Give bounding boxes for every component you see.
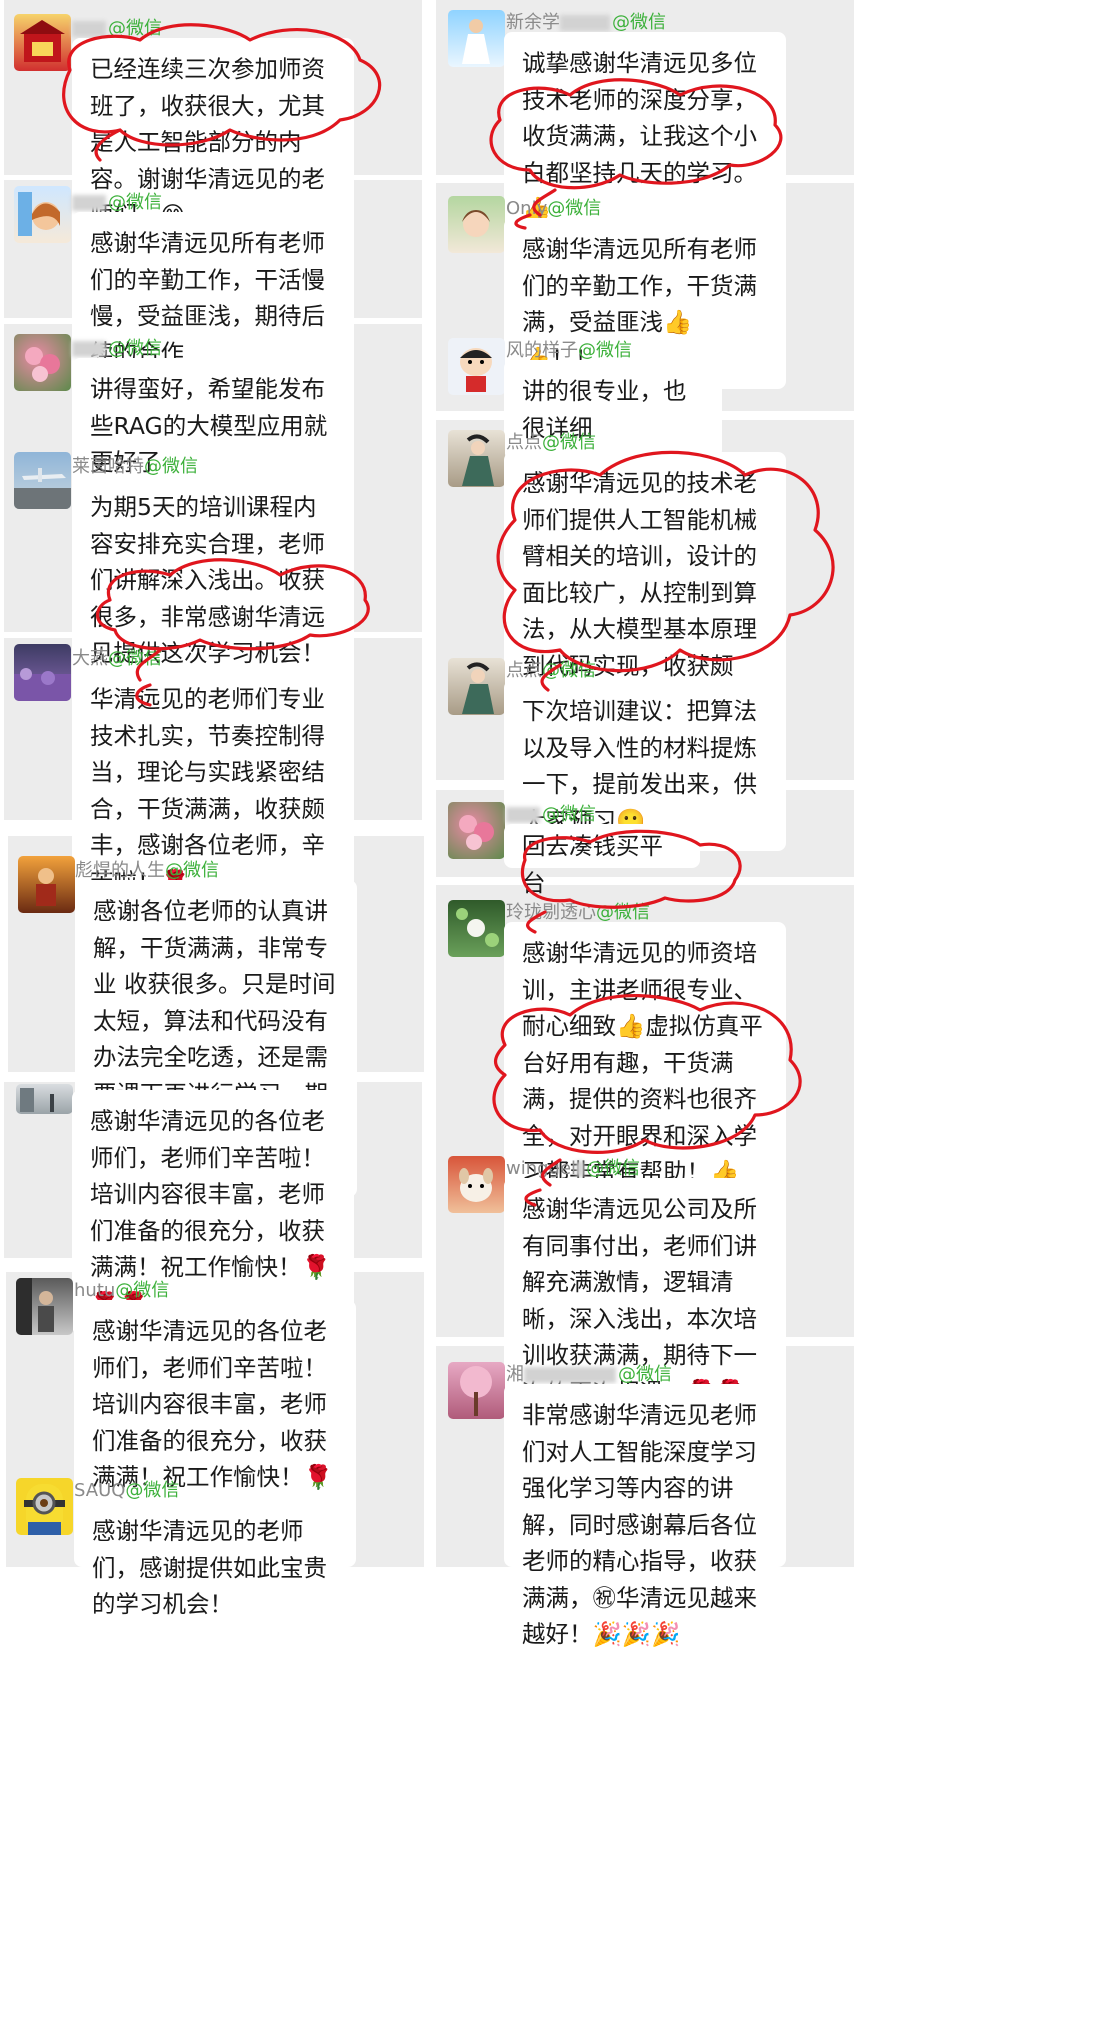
avatar[interactable]	[448, 338, 505, 395]
avatar[interactable]	[14, 334, 71, 391]
avatar[interactable]	[16, 1478, 73, 1535]
avatar[interactable]	[14, 186, 71, 243]
avatar[interactable]	[448, 658, 505, 715]
sender-name: @微信	[72, 188, 162, 214]
avatar[interactable]	[448, 430, 505, 487]
avatar[interactable]	[448, 196, 505, 253]
blurred-name	[506, 807, 540, 823]
sender-name: Only@微信	[506, 198, 602, 219]
sender-name: @微信	[506, 800, 596, 826]
message-bubble[interactable]: 回去凑钱买平台	[504, 824, 700, 897]
street-avatar-icon	[20, 1088, 54, 1112]
avatar[interactable]	[14, 14, 71, 71]
blurred-name	[72, 21, 106, 37]
avatar[interactable]	[18, 856, 75, 913]
hanfu-avatar-icon	[462, 662, 494, 714]
leaf-avatar-icon	[456, 908, 499, 947]
lavender-avatar-icon	[14, 668, 71, 701]
figure-avatar-icon	[16, 1278, 54, 1335]
sender-name: 新余学 @微信	[506, 12, 666, 33]
avatar[interactable]	[448, 10, 505, 67]
sender-name: hutu@微信	[74, 1280, 170, 1301]
blurred-name	[72, 195, 106, 211]
airport-avatar-icon	[14, 468, 71, 509]
avatar[interactable]	[448, 1156, 505, 1213]
sender-name: 点点@微信	[506, 432, 596, 453]
sender-name: 莱茵哈特@微信	[72, 456, 198, 477]
dog-avatar-icon	[459, 1168, 493, 1202]
avatar[interactable]	[14, 644, 71, 701]
girl-sky-avatar-icon	[462, 19, 490, 64]
sender-name: 点点@微信	[506, 660, 596, 681]
flower-avatar-icon	[459, 815, 494, 850]
avatar[interactable]	[16, 1084, 73, 1114]
sender-name: 大燕@微信	[72, 648, 162, 669]
message-bubble[interactable]: 非常感谢华清远见老师们对人工智能深度学习强化学习等内容的讲解，同时感谢幕后各位老…	[504, 1384, 786, 1648]
sender-name: 玲珑剔透心@微信	[506, 902, 650, 923]
sender-name: @微信	[72, 14, 162, 40]
sender-name: @微信	[72, 334, 162, 360]
hanfu-avatar-icon	[462, 434, 494, 486]
anime-girl-avatar-icon	[18, 192, 60, 236]
sender-name: 彪悍的人生@微信	[75, 860, 219, 881]
cartoon-girl-avatar-icon	[462, 210, 490, 237]
sender-name: 湘 @微信	[506, 1364, 672, 1385]
avatar[interactable]	[14, 452, 71, 509]
pink-tree-avatar-icon	[460, 1366, 492, 1416]
blurred-name	[560, 15, 610, 31]
avatar[interactable]	[448, 900, 505, 957]
flower-avatar-icon	[25, 347, 60, 382]
minion-avatar-icon	[24, 1484, 65, 1535]
blurred-name	[524, 1367, 616, 1383]
blurred-name	[72, 341, 106, 357]
red-temple-avatar-icon	[20, 20, 65, 62]
avatar[interactable]	[16, 1278, 73, 1335]
avatar[interactable]	[448, 802, 505, 859]
sender-name: winggel @微信	[506, 1158, 641, 1179]
message-bubble[interactable]: 感谢华清远见的老师们，感谢提供如此宝贵的学习机会！	[74, 1500, 356, 1618]
avatar[interactable]	[448, 1362, 505, 1419]
crayon-shin-avatar-icon	[460, 348, 492, 392]
blurred-name	[576, 1161, 585, 1177]
sender-name: 风的样子@微信	[506, 340, 632, 361]
warrior-avatar-icon	[36, 868, 56, 906]
sender-name: SAUQ@微信	[74, 1480, 180, 1501]
